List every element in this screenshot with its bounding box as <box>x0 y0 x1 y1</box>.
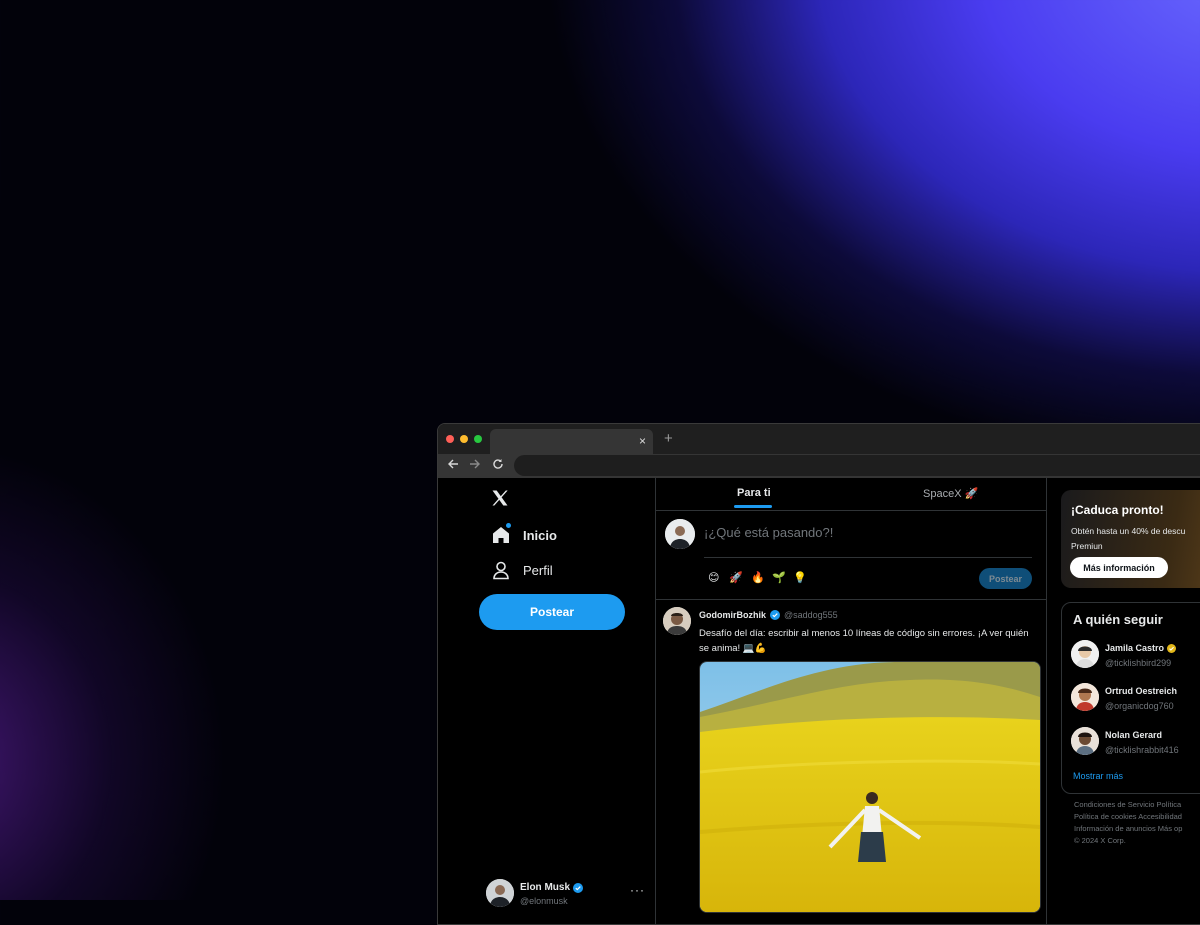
footer-link-row[interactable]: Política de cookies Accesibilidad <box>1074 811 1200 823</box>
account-switcher[interactable]: Elon Musk @elonmusk <box>486 879 584 907</box>
avatar <box>486 879 514 907</box>
tweet-text: Desafío del día: escribir al menos 10 lí… <box>699 628 1029 654</box>
more-options-icon[interactable]: ··· <box>630 883 645 897</box>
gold-verified-badge-icon <box>1167 643 1177 653</box>
footer-link-row[interactable]: Condiciones de Servicio Política <box>1074 799 1200 811</box>
maximize-window-button[interactable] <box>474 435 482 443</box>
fire-emoji-icon[interactable]: 🔥 <box>751 571 765 584</box>
notification-dot <box>506 523 511 528</box>
sidebar-item-label: Perfil <box>523 562 553 578</box>
follow-handle: @ticklishbird299 <box>1105 658 1172 668</box>
home-icon <box>493 527 509 543</box>
seedling-emoji-icon[interactable]: 🌱 <box>772 571 786 584</box>
avatar[interactable] <box>663 607 691 635</box>
who-to-follow-panel: A quién seguir Jamila Castro @ticklishbi… <box>1061 602 1200 794</box>
account-name: Elon Musk <box>520 882 571 893</box>
rocket-emoji-icon[interactable]: 🚀 <box>729 571 743 584</box>
forward-arrow-icon[interactable] <box>469 458 481 473</box>
tab-for-you[interactable]: Para ti <box>737 487 771 499</box>
verified-badge-icon <box>573 882 584 893</box>
promo-text-line: Obtén hasta un 40% de descu <box>1071 526 1186 536</box>
address-bar[interactable] <box>514 455 1200 476</box>
post-button[interactable]: Postear <box>479 594 625 630</box>
browser-tab[interactable]: × <box>490 429 653 454</box>
user-icon <box>493 561 509 580</box>
new-tab-button[interactable]: + <box>664 430 673 447</box>
x-logo-icon[interactable] <box>490 488 510 508</box>
promo-text-line: Premiun <box>1071 541 1103 551</box>
who-to-follow-title: A quién seguir <box>1073 612 1163 627</box>
follow-handle: @ticklishrabbit416 <box>1105 745 1179 755</box>
composer-post-button[interactable]: Postear <box>979 568 1032 589</box>
footer-links: Condiciones de Servicio Política Polític… <box>1074 799 1200 847</box>
tweet-author-name[interactable]: GodomirBozhik <box>699 610 766 620</box>
close-tab-icon[interactable]: × <box>639 434 646 448</box>
close-window-button[interactable] <box>446 435 454 443</box>
avatar <box>1071 683 1099 711</box>
left-sidebar: Inicio Perfil Postear Elon Musk @elonmus… <box>438 478 656 924</box>
post-composer: ¡¿Qué está pasando?! 😊 🚀 🔥 🌱 💡 Postear <box>656 511 1046 600</box>
main-feed: Para ti SpaceX 🚀 ¡¿Qué está pasando?! 😊 … <box>656 478 1047 924</box>
reload-icon[interactable] <box>492 458 504 473</box>
footer-link-row[interactable]: Información de anuncios Más op <box>1074 823 1200 835</box>
sidebar-item-home[interactable]: Inicio <box>491 523 557 545</box>
promo-text: Obtén hasta un 40% de descu Premiun <box>1071 524 1200 554</box>
back-arrow-icon[interactable] <box>447 458 459 473</box>
sidebar-item-profile[interactable]: Perfil <box>491 560 553 580</box>
tweet-image[interactable] <box>699 661 1041 913</box>
premium-promo-card: ¡Caduca pronto! Obtén hasta un 40% de de… <box>1061 490 1200 588</box>
follow-suggestion[interactable]: Jamila Castro @ticklishbird299 <box>1071 640 1177 668</box>
verified-badge-icon <box>770 610 780 620</box>
follow-name: Ortrud Oestreich <box>1105 686 1178 696</box>
compose-input[interactable]: ¡¿Qué está pasando?! <box>704 525 833 540</box>
promo-title: ¡Caduca pronto! <box>1071 503 1164 517</box>
active-tab-indicator <box>734 505 772 508</box>
browser-window: × + Inicio Perfil Postear Elon Musk @elo… <box>437 423 1200 925</box>
lightbulb-emoji-icon[interactable]: 💡 <box>793 571 807 584</box>
tab-spacex[interactable]: SpaceX 🚀 <box>923 487 978 500</box>
avatar <box>665 519 695 549</box>
avatar <box>1071 727 1099 755</box>
tweet[interactable]: GodomirBozhik @saddog555 Desafío del día… <box>656 600 1046 924</box>
sidebar-item-label: Inicio <box>523 527 557 543</box>
follow-name: Nolan Gerard <box>1105 730 1163 740</box>
composer-divider <box>704 557 1032 558</box>
show-more-link[interactable]: Mostrar más <box>1073 771 1123 781</box>
avatar <box>1071 640 1099 668</box>
follow-suggestion[interactable]: Nolan Gerard @ticklishrabbit416 <box>1071 727 1179 755</box>
copyright: © 2024 X Corp. <box>1074 836 1126 845</box>
account-handle: @elonmusk <box>520 896 568 906</box>
minimize-window-button[interactable] <box>460 435 468 443</box>
navigation-bar <box>438 454 1200 478</box>
tweet-author-handle[interactable]: @saddog555 <box>784 610 838 620</box>
right-sidebar: ¡Caduca pronto! Obtén hasta un 40% de de… <box>1061 478 1200 924</box>
follow-handle: @organicdog760 <box>1105 701 1174 711</box>
tab-bar: × + <box>438 424 1200 454</box>
feed-tabs: Para ti SpaceX 🚀 <box>656 478 1046 511</box>
more-info-button[interactable]: Más información <box>1070 557 1168 578</box>
x-page: Inicio Perfil Postear Elon Musk @elonmus… <box>438 478 1200 924</box>
follow-suggestion[interactable]: Ortrud Oestreich @organicdog760 <box>1071 683 1177 711</box>
smile-emoji-icon[interactable]: 😊 <box>708 571 719 584</box>
follow-name: Jamila Castro <box>1105 643 1165 653</box>
